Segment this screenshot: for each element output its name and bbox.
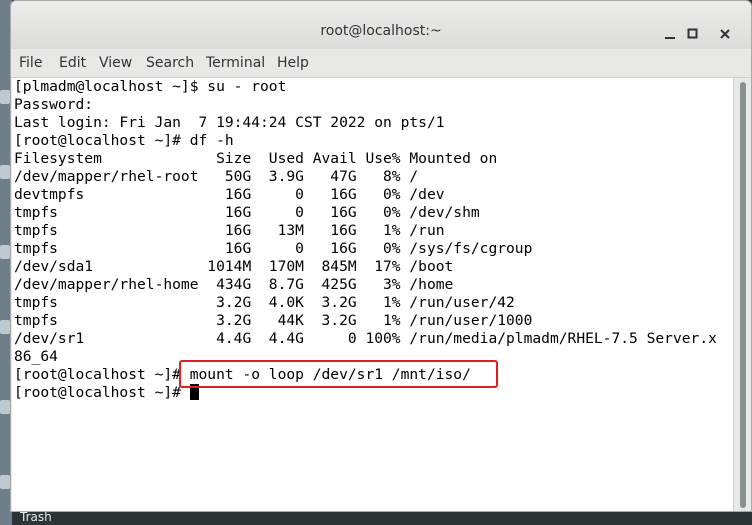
menu-edit[interactable]: Edit [59,55,86,71]
trash-icon[interactable] [0,475,10,489]
menu-terminal[interactable]: Terminal [206,55,265,71]
terminal-line: Password: [14,96,94,113]
title-bar[interactable]: root@localhost:~ [11,1,751,49]
terminal-line: devtmpfs 16G 0 16G 0% /dev [14,186,445,203]
scrollbar-thumb[interactable] [740,82,746,508]
terminal-line: Last login: Fri Jan 7 19:44:24 CST 2022 … [14,114,445,131]
terminal-line: tmpfs 3.2G 44K 3.2G 1% /run/user/1000 [14,312,533,329]
terminal-line: tmpfs 16G 0 16G 0% /sys/fs/cgroup [14,240,533,257]
terminal-line: Filesystem Size Used Avail Use% Mounted … [14,150,498,167]
trash-label[interactable]: Trash [20,510,52,524]
terminal-line: tmpfs 16G 0 16G 0% /dev/shm [14,204,480,221]
menu-file[interactable]: File [19,55,42,71]
menu-search[interactable]: Search [146,55,194,71]
terminal-line: /dev/mapper/rhel-home 434G 8.7G 425G 3% … [14,276,454,293]
annotation-highlight-box [179,360,498,388]
desktop-file-icon[interactable] [0,245,10,259]
terminal-window: root@localhost:~ File Edit View Search T… [10,0,752,512]
vertical-scrollbar[interactable] [733,78,751,511]
terminal-line: [root@localhost ~]# df -h [14,132,234,149]
desktop-file-icon[interactable] [0,165,10,179]
menu-help[interactable]: Help [277,55,309,71]
terminal-prompt: [root@localhost ~]# [14,384,190,401]
menu-view[interactable]: View [99,55,132,71]
close-button[interactable] [716,25,734,43]
desktop-file-icon[interactable] [0,320,10,334]
terminal-line: /dev/mapper/rhel-root 50G 3.9G 47G 8% / [14,168,419,185]
desktop-file-icon[interactable] [0,400,10,414]
terminal-output[interactable]: [plmadm@localhost ~]$ su - root Password:… [12,78,733,511]
maximize-button[interactable] [684,25,702,43]
minimize-icon [665,37,675,39]
desktop-file-icon[interactable] [0,90,10,104]
terminal-line: [plmadm@localhost ~]$ su - root [14,78,287,95]
menu-bar: File Edit View Search Terminal Help [11,49,751,78]
close-icon [720,29,730,39]
window-title: root@localhost:~ [320,23,442,39]
minimize-button[interactable] [661,25,679,43]
maximize-icon [687,28,698,39]
terminal-line: /dev/sda1 1014M 170M 845M 17% /boot [14,258,454,275]
terminal-line: /dev/sr1 4.4G 4.4G 0 100% /run/media/plm… [14,330,717,347]
terminal-line: tmpfs 16G 13M 16G 1% /run [14,222,445,239]
terminal-line: tmpfs 3.2G 4.0K 3.2G 1% /run/user/42 [14,294,515,311]
